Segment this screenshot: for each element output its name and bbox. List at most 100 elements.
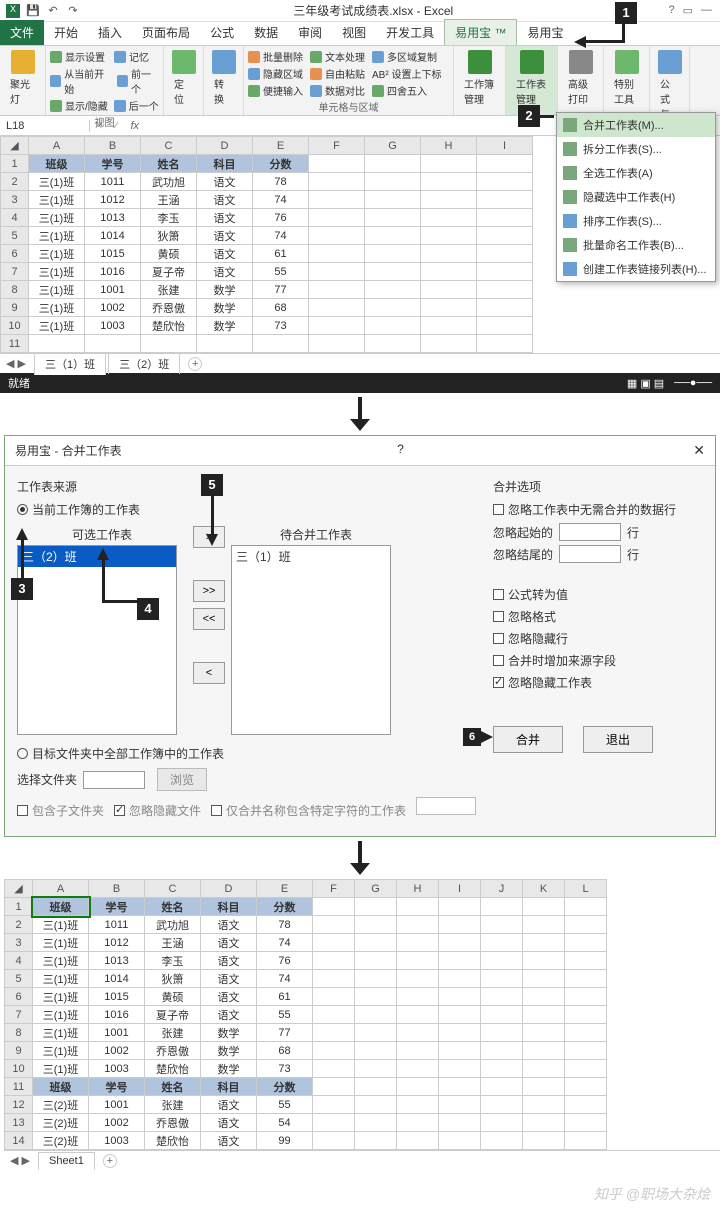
tab-start[interactable]: 开始 <box>44 20 88 45</box>
table-row: 9三(1)班1002乔恩傲数学68 <box>5 1042 607 1060</box>
merge-button[interactable]: 合并 <box>493 726 563 753</box>
chk-subfolder[interactable]: 包含子文件夹 <box>17 802 104 819</box>
table-row: 9三(1)班1002乔恩傲数学68 <box>1 299 533 317</box>
worksheet-mgr-button[interactable]: 工作表管理 <box>510 48 553 108</box>
radio-current-wb[interactable]: 当前工作簿的工作表 <box>17 501 481 518</box>
help-icon[interactable]: ? <box>397 442 404 459</box>
add-sheet-button[interactable]: + <box>188 357 202 371</box>
tab-view[interactable]: 视图 <box>332 20 376 45</box>
view-icons[interactable]: ▦ ▣ ▤ <box>627 377 664 390</box>
redo-icon[interactable]: ↷ <box>66 4 80 18</box>
spotlight-button[interactable]: 聚光灯 <box>4 48 41 108</box>
table-row: 4三(1)班1013李玉语文76 <box>1 209 533 227</box>
col-G[interactable]: G <box>365 137 421 155</box>
col-F[interactable]: F <box>309 137 365 155</box>
worksheet-grid[interactable]: ◢ A B C D E F G H I 1班级学号姓名科目分数 2三(1)班10… <box>0 136 533 353</box>
col-A[interactable]: A <box>29 137 85 155</box>
show-settings[interactable]: 显示设置记忆 <box>50 48 159 65</box>
select-all[interactable]: ◢ <box>1 137 29 155</box>
chk-ignore-format[interactable]: 忽略格式 <box>493 608 703 625</box>
table-row: 4三(1)班1013李玉语文76 <box>5 952 607 970</box>
callout-2: 2 <box>518 105 540 127</box>
result-grid[interactable]: ◢ A B C D E F G H I J K L 1班级学号姓名科目分数 2三… <box>4 879 607 1150</box>
col-C[interactable]: C <box>141 137 197 155</box>
workbook-mgr-button[interactable]: 工作簿管理 <box>458 48 501 108</box>
col-I[interactable]: I <box>477 137 533 155</box>
chk-ignore-empty[interactable]: 忽略工作表中无需合并的数据行 <box>493 501 703 518</box>
tab-page[interactable]: 页面布局 <box>132 20 200 45</box>
show-hide[interactable]: 显示/隐藏后一个 <box>50 97 159 114</box>
sheet-nav[interactable]: ◀ ▶ <box>4 1154 36 1167</box>
move-left-button[interactable]: < <box>193 662 225 684</box>
radio-folder[interactable]: 目标文件夹中全部工作簿中的工作表 <box>17 745 481 762</box>
locate-button[interactable]: 定位 <box>168 48 199 108</box>
menu-rename-ws[interactable]: 批量命名工作表(B)... <box>557 233 715 257</box>
tab-dev[interactable]: 开发工具 <box>376 20 444 45</box>
exit-button[interactable]: 退出 <box>583 726 653 753</box>
batch-delete[interactable]: 批量删除 文本处理 多区域复制 <box>248 48 449 65</box>
tab-formula[interactable]: 公式 <box>200 20 244 45</box>
tab-insert[interactable]: 插入 <box>88 20 132 45</box>
move-all-right-button[interactable]: >> <box>193 580 225 602</box>
table-row: 7三(1)班1016夏子帝语文55 <box>5 1006 607 1024</box>
table-row: 6三(1)班1015黄硕语文61 <box>1 245 533 263</box>
table-row: 8三(1)班1001张建数学77 <box>1 281 533 299</box>
add-sheet-button[interactable]: + <box>103 1154 117 1168</box>
save-icon[interactable]: 💾 <box>26 4 40 18</box>
chk-ignore-hidden-ws[interactable]: 忽略隐藏工作表 <box>493 674 703 691</box>
col-D[interactable]: D <box>197 137 253 155</box>
folder-path-input[interactable] <box>83 771 145 789</box>
move-all-left-button[interactable]: << <box>193 608 225 630</box>
minimize-icon[interactable]: — <box>701 4 712 17</box>
table-row: 10三(1)班1003楚欣怡数学73 <box>1 317 533 335</box>
menu-selall-ws[interactable]: 全选工作表(A) <box>557 161 715 185</box>
callout-5: 5 <box>201 474 223 496</box>
menu-split-ws[interactable]: 拆分工作表(S)... <box>557 137 715 161</box>
menu-hide-ws[interactable]: 隐藏选中工作表(H) <box>557 185 715 209</box>
tab-file[interactable]: 文件 <box>0 20 44 45</box>
sheet-nav[interactable]: ◀ ▶ <box>0 357 32 370</box>
ignore-tail-input[interactable] <box>559 545 621 563</box>
chk-ignore-hidden-row[interactable]: 忽略隐藏行 <box>493 630 703 647</box>
tab-yyb2[interactable]: 易用宝 <box>517 20 573 45</box>
available-list[interactable]: 三（2）班 <box>17 545 177 735</box>
menu-createlink-ws[interactable]: 创建工作表链接列表(H)... <box>557 257 715 281</box>
close-icon[interactable]: ✕ <box>693 442 705 459</box>
sheet-tab-2[interactable]: 三（2）班 <box>108 353 180 374</box>
tab-review[interactable]: 审阅 <box>288 20 332 45</box>
chk-formula-val[interactable]: 公式转为值 <box>493 586 703 603</box>
chk-only-contain[interactable]: 仅合并名称包含特定字符的工作表 <box>211 802 406 819</box>
quick-input[interactable]: 便捷输入 数据对比 四舍五入 <box>248 82 449 99</box>
table-row: 14三(2)班1003楚欣怡语文99 <box>5 1132 607 1150</box>
ignore-head-input[interactable] <box>559 523 621 541</box>
table-row: 8三(1)班1001张建数学77 <box>5 1024 607 1042</box>
result-sheet-tabs: ◀ ▶ Sheet1 + <box>4 1150 720 1170</box>
help-icon[interactable]: ? <box>668 4 674 17</box>
sheet-tab[interactable]: Sheet1 <box>38 1152 95 1170</box>
zoom-slider[interactable]: ──●── <box>674 377 712 389</box>
col-E[interactable]: E <box>253 137 309 155</box>
pending-list[interactable]: 三（1）班 <box>231 545 391 735</box>
special-tools-button[interactable]: 特别工具 <box>608 48 645 108</box>
tab-data[interactable]: 数据 <box>244 20 288 45</box>
chk-add-source[interactable]: 合并时增加来源字段 <box>493 652 703 669</box>
chk-ignore-hidden-file[interactable]: 忽略隐藏文件 <box>114 802 201 819</box>
adv-print-button[interactable]: 高级打印 <box>562 48 599 108</box>
menu-merge-ws[interactable]: 合并工作表(M)... <box>557 113 715 137</box>
col-H[interactable]: H <box>421 137 477 155</box>
list-item[interactable]: 三（1）班 <box>232 546 390 567</box>
ribbon-options-icon[interactable]: ▭ <box>683 4 693 17</box>
convert-button[interactable]: 转换 <box>208 48 239 108</box>
table-row: 13三(2)班1002乔恩傲语文54 <box>5 1114 607 1132</box>
from-current[interactable]: 从当前开始前一个 <box>50 65 159 97</box>
menu-sort-ws[interactable]: 排序工作表(S)... <box>557 209 715 233</box>
callout-4: 4 <box>137 598 159 620</box>
browse-button[interactable]: 浏览 <box>157 768 207 791</box>
undo-icon[interactable]: ↶ <box>46 4 60 18</box>
hide-area[interactable]: 隐藏区域 自由粘贴 AB² 设置上下标 <box>248 65 449 82</box>
contain-text-input[interactable] <box>416 797 476 815</box>
col-B[interactable]: B <box>85 137 141 155</box>
tab-yyb[interactable]: 易用宝 ™ <box>444 19 517 45</box>
table-row: 3三(1)班1012王涵语文74 <box>5 934 607 952</box>
sheet-tab-1[interactable]: 三（1）班 <box>34 353 106 375</box>
